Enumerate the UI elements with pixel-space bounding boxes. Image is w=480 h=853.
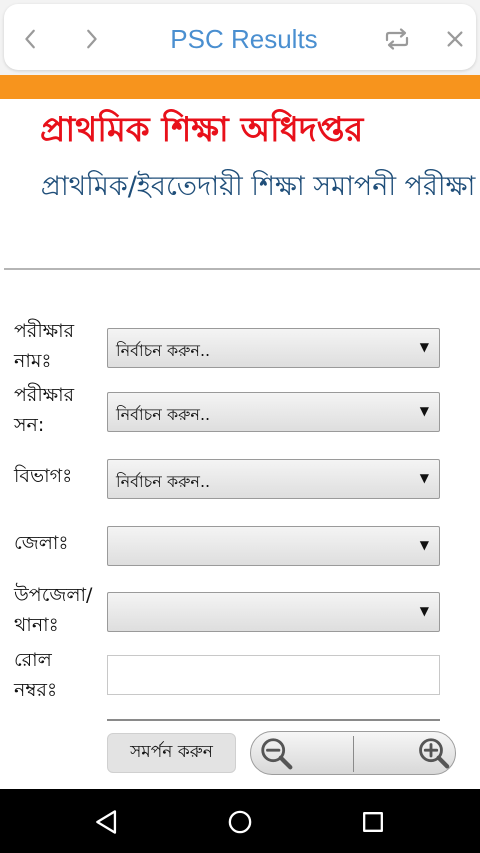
back-button[interactable]: [14, 22, 48, 56]
zoom-out-icon: [261, 738, 293, 770]
exam-year-select[interactable]: নির্বাচন করুন.. ▼: [107, 392, 440, 432]
zoom-in-button[interactable]: [411, 734, 451, 774]
submit-button[interactable]: সমর্পন করুন: [107, 733, 236, 773]
district-select[interactable]: ▼: [107, 526, 440, 566]
chevron-right-icon: [87, 29, 97, 49]
division-label: বিভাগঃ: [14, 465, 73, 487]
refresh-button[interactable]: [380, 22, 414, 56]
accent-band: [0, 75, 480, 99]
page-title: PSC Results: [170, 24, 318, 54]
roll-number-input[interactable]: [107, 655, 440, 695]
dropdown-arrow-icon: ▼: [419, 340, 429, 354]
nav-home-button[interactable]: [223, 805, 257, 839]
chevron-left-icon: [25, 29, 35, 49]
system-nav-bar: [0, 789, 480, 853]
roll-label: রোল নম্বরঃ: [14, 649, 58, 701]
zoom-in-icon: [419, 738, 450, 769]
dropdown-arrow-icon: ▼: [419, 404, 429, 418]
circle-home-icon: [228, 810, 252, 834]
divider: [4, 268, 480, 270]
triangle-back-icon: [96, 810, 117, 834]
forward-button[interactable]: [74, 22, 108, 56]
exam-year-label: পরীক্ষার সন:: [14, 384, 75, 436]
browser-toolbar-pill: PSC Results: [4, 4, 476, 70]
dropdown-arrow-icon: ▼: [419, 604, 429, 618]
exam-name-label: পরীক্ষার নামঃ: [14, 320, 75, 372]
browser-toolbar: PSC Results: [0, 0, 480, 75]
department-heading: প্রাথমিক শিক্ষা অধিদপ্তর: [40, 110, 364, 150]
upazila-select[interactable]: ▼: [107, 592, 440, 632]
close-icon: [447, 31, 463, 47]
repeat-icon: [385, 28, 409, 50]
district-label: জেলাঃ: [14, 532, 69, 554]
dropdown-arrow-icon: ▼: [419, 471, 429, 485]
square-recents-icon: [363, 812, 383, 832]
division-select[interactable]: নির্বাচন করুন.. ▼: [107, 459, 440, 499]
exam-name-select[interactable]: নির্বাচন করুন.. ▼: [107, 328, 440, 368]
exam-subheading: প্রাথমিক/ইবতেদায়ী শিক্ষা সমাপনী পরীক্ষা: [40, 171, 476, 202]
zoom-out-button[interactable]: [257, 734, 297, 774]
zoom-control: [250, 731, 456, 775]
division-value: নির্বাচন করুন..: [116, 472, 211, 491]
zoom-separator: [353, 736, 354, 772]
upazila-label: উপজেলা/থানাঃ: [14, 584, 93, 636]
exam-year-value: নির্বাচন করুন..: [116, 405, 211, 424]
exam-name-value: নির্বাচন করুন..: [116, 341, 211, 360]
dropdown-arrow-icon: ▼: [419, 538, 429, 552]
form-underline: [107, 719, 440, 721]
close-button[interactable]: [438, 22, 472, 56]
nav-recents-button[interactable]: [356, 805, 390, 839]
nav-back-button[interactable]: [90, 805, 124, 839]
